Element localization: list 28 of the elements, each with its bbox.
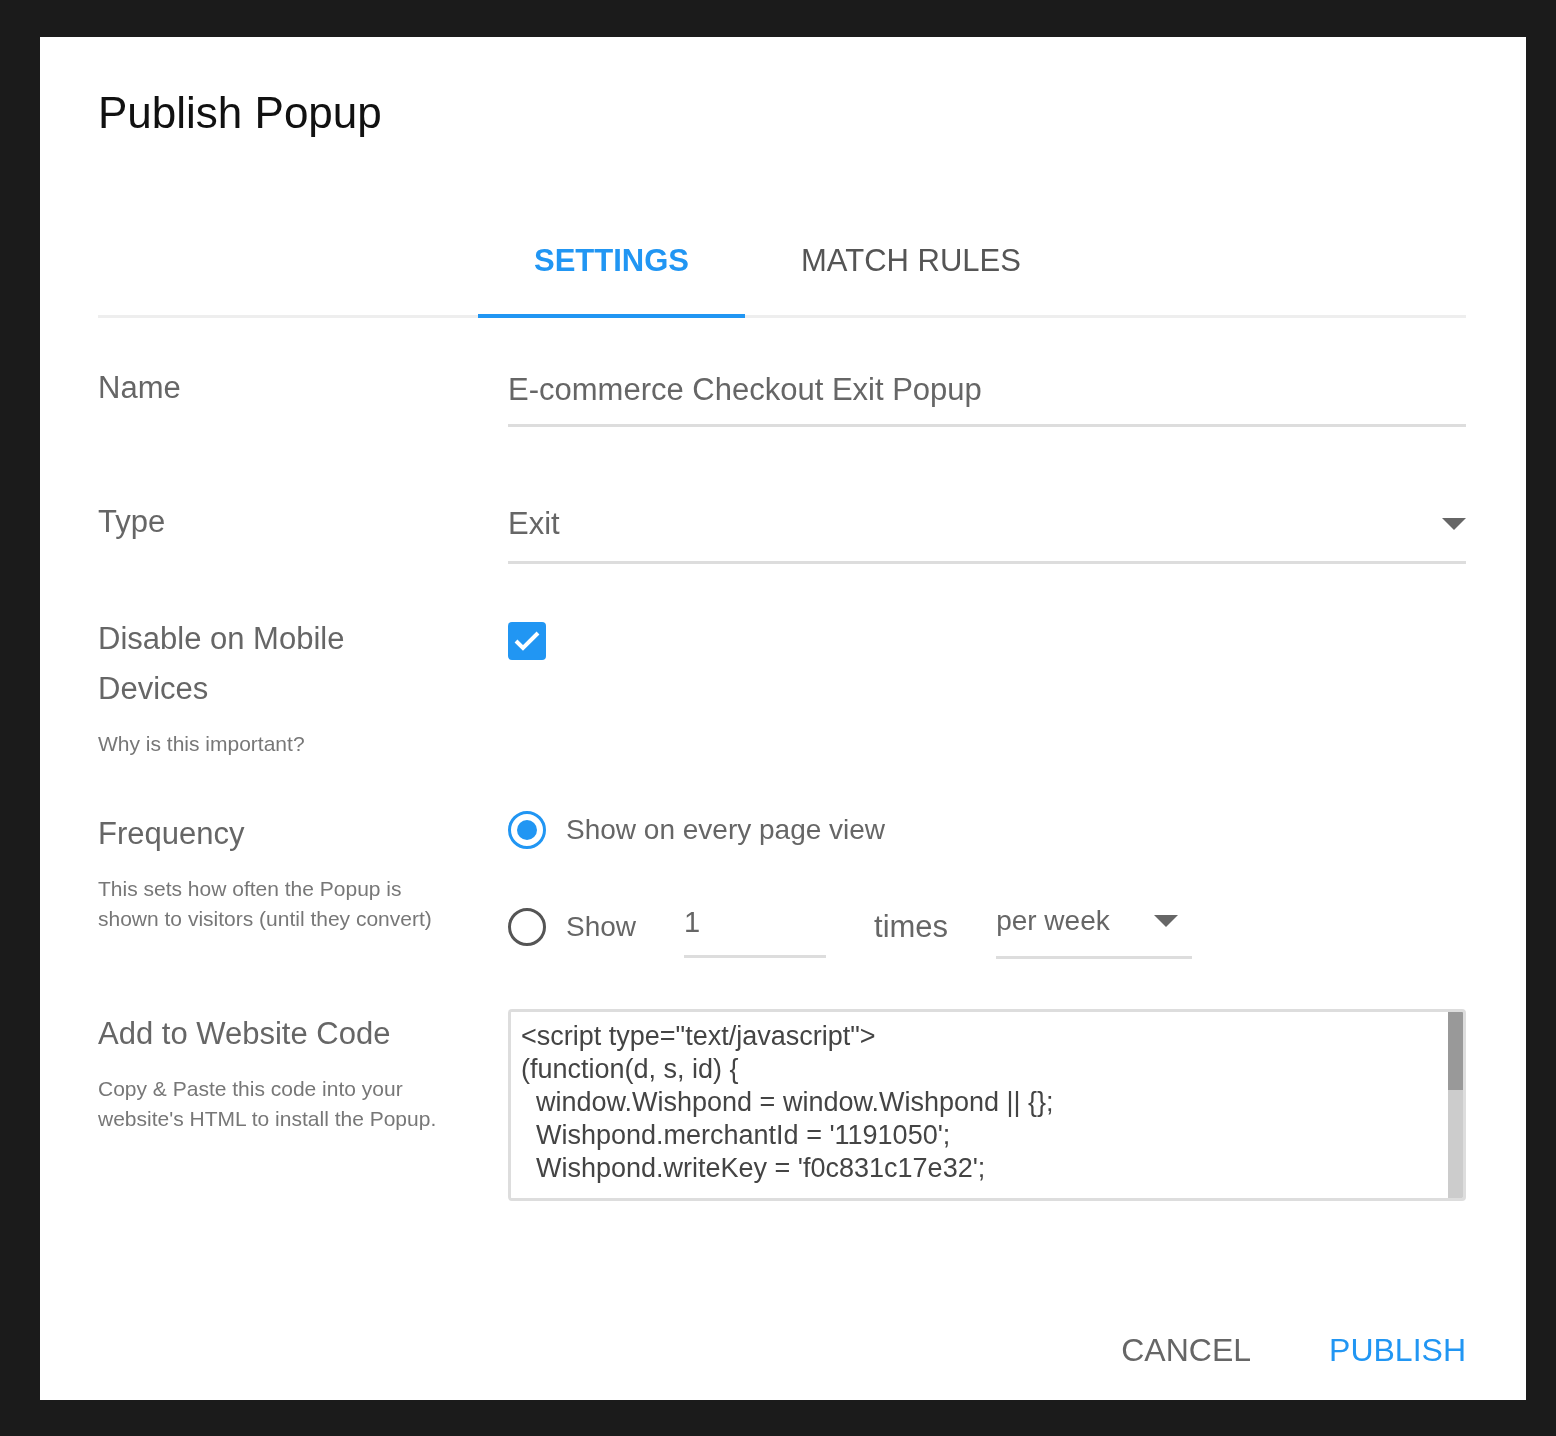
caret-icon: [1442, 518, 1466, 531]
publish-button[interactable]: PUBLISH: [1329, 1325, 1466, 1374]
field-label: Frequency: [98, 814, 246, 853]
field-label: Disable on Mobile Devices: [98, 620, 346, 708]
scrollbar[interactable]: [1448, 1011, 1463, 1198]
name-field[interactable]: E-commerce Checkout Exit Popup: [508, 363, 1466, 427]
field-label: Type: [98, 502, 167, 541]
check-icon: [514, 631, 540, 652]
radio-label: Show: [566, 910, 637, 945]
radio-button[interactable]: [508, 908, 546, 947]
field-label: Add to Website Code: [98, 1014, 392, 1053]
caret-icon: [1154, 914, 1179, 927]
help-text: This sets how often the Popup is shown to visitors (until they convert): [98, 876, 433, 932]
code-field[interactable]: <script type="text/javascript"> (function(d, s, id) { window.Wishpond = window.Wishpond || {}; Wishpond.merchantId = '1191050'; Wishpond.writeKey = 'f0c831c17e32';: [508, 1008, 1466, 1201]
checkbox[interactable]: [508, 622, 546, 661]
help-text: Copy & Paste this code into your website's HTML to install the Popup.: [98, 1076, 438, 1132]
cancel-button[interactable]: CANCEL: [1121, 1325, 1252, 1374]
tab[interactable]: MATCH RULES: [745, 225, 1077, 319]
period-dropdown[interactable]: per week: [996, 895, 1193, 959]
field-label: Name: [98, 369, 182, 408]
help-link[interactable]: Why is this important?: [98, 729, 305, 759]
radio-button[interactable]: [508, 810, 546, 849]
radio-label: Show on every page view: [566, 812, 886, 847]
dialog-title: Publish Popup: [98, 87, 383, 139]
type-dropdown[interactable]: Exit: [508, 496, 1466, 565]
unit-label: times: [874, 908, 949, 947]
tab[interactable]: SETTINGS: [478, 225, 745, 319]
count-field[interactable]: 1: [684, 897, 827, 958]
